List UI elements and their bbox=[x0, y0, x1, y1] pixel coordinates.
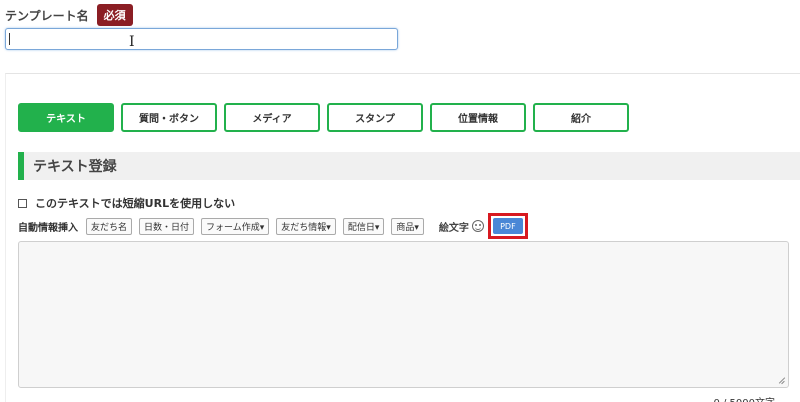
insert-friend-info-dropdown[interactable]: 友だち情報▾ bbox=[276, 217, 336, 235]
char-counter: 0 / 5000文字 bbox=[713, 394, 775, 402]
insert-friend-name-button[interactable]: 友だち名 bbox=[86, 217, 133, 235]
message-type-tabs: テキスト 質問・ボタン メディア スタンプ 位置情報 紹介 bbox=[18, 103, 636, 132]
pdf-button[interactable]: PDF bbox=[492, 218, 523, 234]
tab-location[interactable]: 位置情報 bbox=[430, 103, 526, 132]
short-url-label: このテキストでは短縮URLを使用しない bbox=[35, 197, 236, 210]
tab-media[interactable]: メディア bbox=[224, 103, 320, 132]
smile-icon[interactable] bbox=[471, 220, 484, 232]
tab-text[interactable]: テキスト bbox=[18, 103, 114, 132]
insert-product-dropdown[interactable]: 商品▾ bbox=[391, 217, 424, 235]
ibeam-cursor-icon: I bbox=[129, 34, 135, 50]
text-caret bbox=[9, 33, 10, 45]
insert-form-dropdown[interactable]: フォーム作成▾ bbox=[201, 217, 270, 235]
short-url-option: このテキストでは短縮URLを使用しない bbox=[18, 195, 235, 211]
emoji-label: 絵文字 bbox=[438, 222, 469, 234]
template-name-input[interactable] bbox=[5, 28, 398, 50]
section-header: テキスト登録 bbox=[18, 152, 800, 180]
tab-stamp[interactable]: スタンプ bbox=[327, 103, 423, 132]
auto-insert-label: 自動情報挿入 bbox=[18, 222, 78, 234]
auto-insert-toolbar: 自動情報挿入 友だち名 日数・日付 フォーム作成▾ 友だち情報▾ 配信日▾ 商品… bbox=[18, 213, 528, 239]
template-name-label-row: テンプレート名 必須 bbox=[5, 4, 133, 26]
pdf-highlight-box: PDF bbox=[487, 213, 528, 239]
message-textarea[interactable] bbox=[18, 241, 789, 388]
template-name-label: テンプレート名 bbox=[5, 8, 89, 23]
short-url-checkbox[interactable] bbox=[18, 198, 27, 208]
template-name-area: テンプレート名 必須 I bbox=[0, 0, 800, 72]
insert-days-date-button[interactable]: 日数・日付 bbox=[139, 217, 195, 235]
required-badge: 必須 bbox=[96, 4, 133, 26]
tab-introduction[interactable]: 紹介 bbox=[533, 103, 629, 132]
tab-question-button[interactable]: 質問・ボタン bbox=[121, 103, 217, 132]
section-title: テキスト登録 bbox=[33, 159, 117, 175]
insert-delivery-date-dropdown[interactable]: 配信日▾ bbox=[342, 217, 385, 235]
resize-handle-icon[interactable] bbox=[778, 377, 785, 384]
